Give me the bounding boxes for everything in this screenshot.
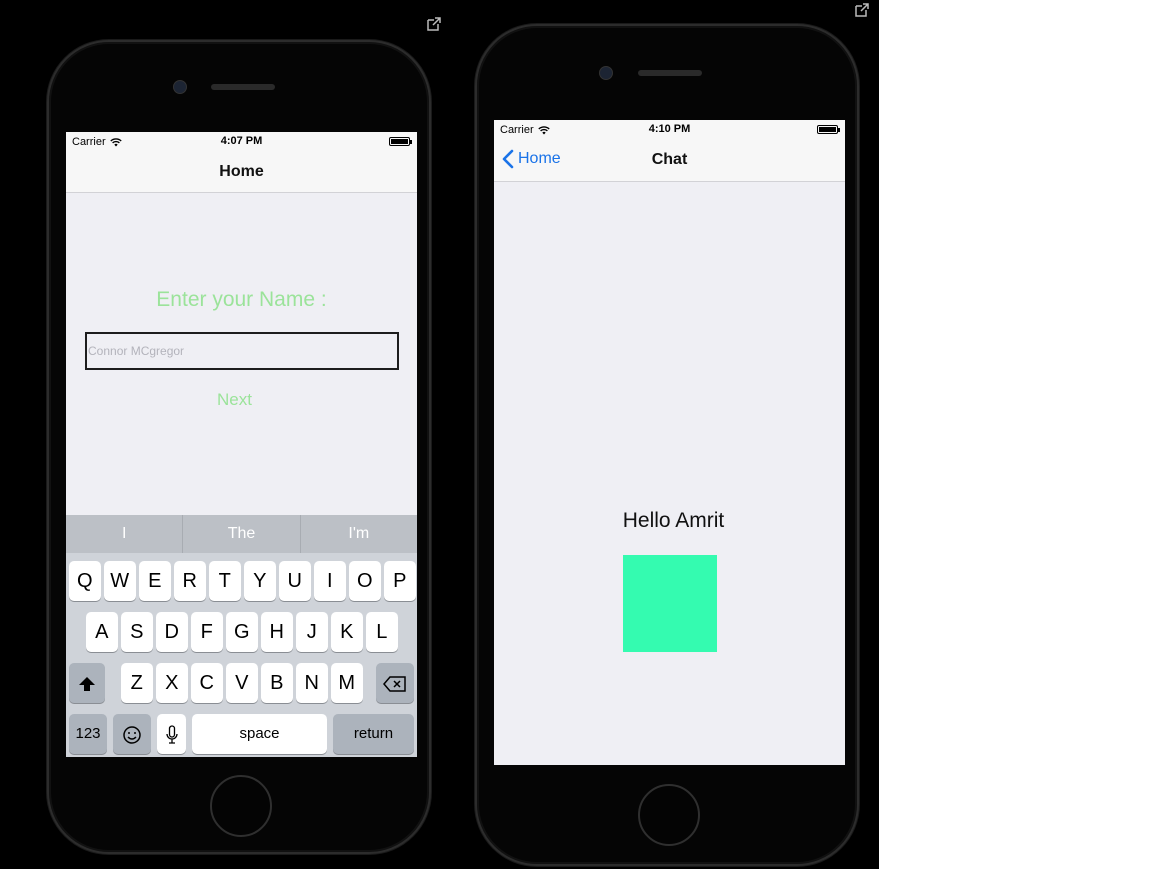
- status-bar: Carrier 4:10 PM: [494, 120, 845, 140]
- key-k[interactable]: K: [331, 612, 363, 652]
- key-n[interactable]: N: [296, 663, 328, 703]
- screen-home: Carrier 4:07 PM Home Enter your Name : N…: [66, 132, 417, 757]
- name-input[interactable]: [85, 332, 399, 370]
- key-d[interactable]: D: [156, 612, 188, 652]
- key-w[interactable]: W: [104, 561, 136, 601]
- battery-icon: [389, 137, 412, 146]
- key-l[interactable]: L: [366, 612, 398, 652]
- battery-icon: [817, 125, 840, 134]
- color-box: [623, 555, 717, 652]
- front-camera: [599, 66, 613, 80]
- screen-chat: Carrier 4:10 PM Home Chat Hello Amrit: [494, 120, 845, 765]
- front-camera: [173, 80, 187, 94]
- key-f[interactable]: F: [191, 612, 223, 652]
- greeting-label: Hello Amrit: [622, 509, 725, 532]
- navigation-bar: Home Chat: [494, 140, 845, 182]
- return-key[interactable]: return: [333, 714, 414, 754]
- simulator-stage: Carrier 4:07 PM Home Enter your Name : N…: [0, 0, 879, 869]
- suggestion-1[interactable]: I: [66, 515, 182, 553]
- key-r[interactable]: R: [174, 561, 206, 601]
- navigation-bar: Home: [66, 152, 417, 193]
- key-t[interactable]: T: [209, 561, 241, 601]
- numbers-key[interactable]: 123: [69, 714, 107, 754]
- key-g[interactable]: G: [226, 612, 258, 652]
- external-link-icon[interactable]: [853, 1, 871, 19]
- key-m[interactable]: M: [331, 663, 363, 703]
- key-u[interactable]: U: [279, 561, 311, 601]
- status-bar: Carrier 4:07 PM: [66, 132, 417, 152]
- key-s[interactable]: S: [121, 612, 153, 652]
- suggestion-3[interactable]: I'm: [301, 515, 417, 553]
- delete-key[interactable]: [376, 663, 414, 703]
- key-a[interactable]: A: [86, 612, 118, 652]
- backspace-icon: [383, 675, 406, 692]
- home-button[interactable]: [210, 775, 272, 837]
- key-o[interactable]: O: [349, 561, 381, 601]
- predictive-bar: I The I'm: [66, 515, 417, 553]
- earpiece-speaker: [638, 70, 702, 76]
- status-time: 4:10 PM: [648, 123, 691, 135]
- key-b[interactable]: B: [261, 663, 293, 703]
- shift-key[interactable]: [69, 663, 105, 703]
- earpiece-speaker: [211, 84, 275, 90]
- key-i[interactable]: I: [314, 561, 346, 601]
- status-time: 4:07 PM: [220, 135, 263, 147]
- emoji-icon: [123, 725, 141, 744]
- name-prompt-label: Enter your Name :: [156, 288, 327, 311]
- key-p[interactable]: P: [384, 561, 416, 601]
- key-z[interactable]: Z: [121, 663, 153, 703]
- nav-title: Chat: [651, 151, 688, 168]
- emoji-key[interactable]: [113, 714, 151, 754]
- key-j[interactable]: J: [296, 612, 328, 652]
- space-key[interactable]: space: [192, 714, 327, 754]
- key-c[interactable]: C: [191, 663, 223, 703]
- microphone-icon: [165, 725, 178, 744]
- software-keyboard: I The I'm QWERTYUIOP ASDFGHJKL ZXCVBNM 1…: [66, 515, 417, 757]
- key-h[interactable]: H: [261, 612, 293, 652]
- external-link-icon[interactable]: [425, 15, 443, 33]
- shift-arrow-icon: [79, 676, 95, 691]
- key-v[interactable]: V: [226, 663, 258, 703]
- key-x[interactable]: X: [156, 663, 188, 703]
- home-button[interactable]: [638, 784, 700, 846]
- nav-title: Home: [219, 163, 264, 180]
- key-q[interactable]: Q: [69, 561, 101, 601]
- dictation-key[interactable]: [157, 714, 186, 754]
- next-button[interactable]: Next: [66, 390, 417, 410]
- key-e[interactable]: E: [139, 561, 171, 601]
- suggestion-2[interactable]: The: [183, 515, 299, 553]
- key-y[interactable]: Y: [244, 561, 276, 601]
